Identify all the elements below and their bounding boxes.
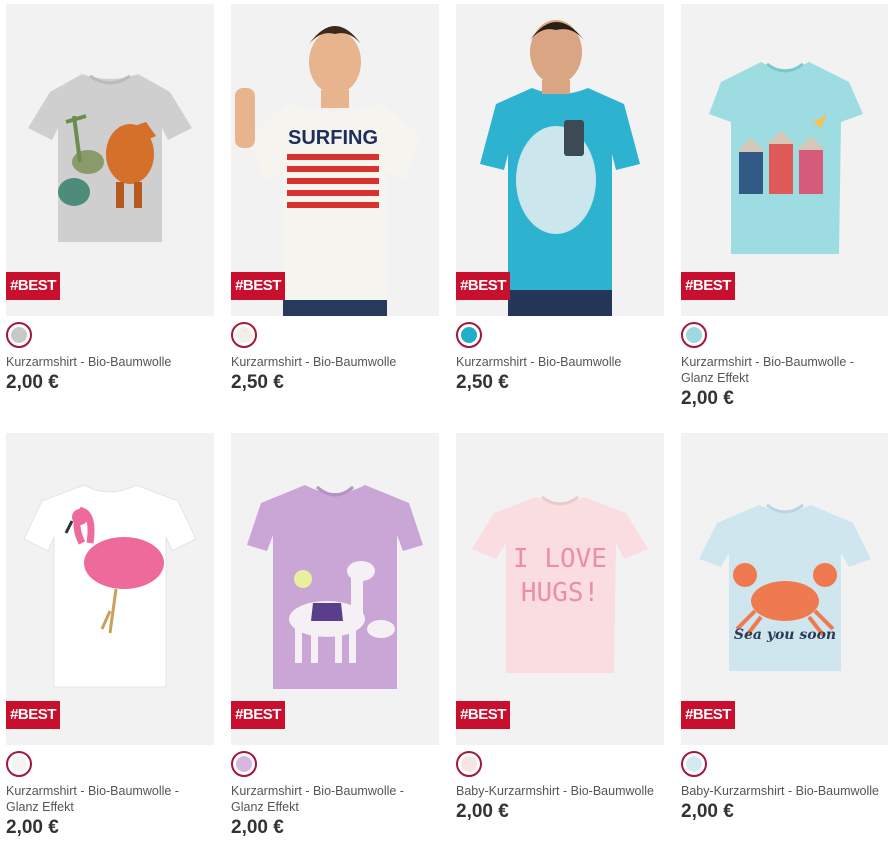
best-badge: #BEST bbox=[6, 701, 60, 729]
product-image[interactable]: Sea you soon #BEST bbox=[681, 433, 888, 745]
product-card[interactable]: SURFING #BEST Kurzarmshirt - Bio-Baumwol… bbox=[231, 4, 439, 393]
surfing-model-image: SURFING bbox=[235, 26, 419, 316]
svg-text:SURFING: SURFING bbox=[288, 127, 378, 149]
best-badge: #BEST bbox=[681, 701, 735, 729]
product-price: 2,00 € bbox=[6, 817, 59, 838]
product-name[interactable]: Kurzarmshirt - Bio-Baumwolle bbox=[231, 354, 439, 370]
product-name[interactable]: Kurzarmshirt - Bio-Baumwolle bbox=[6, 354, 214, 370]
product-card[interactable]: #BEST Kurzarmshirt - Bio-Baumwolle - Gla… bbox=[6, 433, 214, 838]
color-swatch[interactable] bbox=[681, 751, 707, 777]
best-badge: #BEST bbox=[231, 272, 285, 300]
product-name[interactable]: Kurzarmshirt - Bio-Baumwolle - Glanz Eff… bbox=[6, 783, 196, 815]
dino-shirt-image bbox=[28, 74, 192, 242]
product-card[interactable]: #BEST Kurzarmshirt - Bio-Baumwolle - Gla… bbox=[231, 433, 439, 838]
product-price: 2,00 € bbox=[6, 372, 59, 393]
color-swatch[interactable] bbox=[681, 322, 707, 348]
llama-shirt-image bbox=[247, 485, 423, 689]
product-card[interactable]: Sea you soon #BEST Baby-Kurzarmshirt - B… bbox=[681, 433, 888, 822]
flamingo-shirt-image bbox=[23, 484, 197, 688]
best-badge: #BEST bbox=[231, 701, 285, 729]
product-price: 2,50 € bbox=[456, 372, 509, 393]
product-image[interactable]: #BEST bbox=[6, 4, 214, 316]
product-image[interactable]: #BEST bbox=[6, 433, 214, 745]
best-badge: #BEST bbox=[456, 701, 510, 729]
beach-huts-shirt-image bbox=[709, 62, 863, 254]
product-name[interactable]: Kurzarmshirt - Bio-Baumwolle - Glanz Eff… bbox=[231, 783, 421, 815]
product-card[interactable]: #BEST Kurzarmshirt - Bio-Baumwolle - Gla… bbox=[681, 4, 888, 409]
product-grid: #BEST Kurzarmshirt - Bio-Baumwolle 2,00 … bbox=[0, 0, 888, 847]
product-image[interactable]: SURFING #BEST bbox=[231, 4, 439, 316]
relax-model-image bbox=[480, 20, 640, 316]
product-name[interactable]: Kurzarmshirt - Bio-Baumwolle - Glanz Eff… bbox=[681, 354, 871, 386]
color-swatch[interactable] bbox=[456, 322, 482, 348]
product-price: 2,00 € bbox=[456, 801, 509, 822]
product-image[interactable]: I LOVE HUGS! #BEST bbox=[456, 433, 664, 745]
product-price: 2,00 € bbox=[681, 388, 734, 409]
product-card[interactable]: I LOVE HUGS! #BEST Baby-Kurzarmshirt - B… bbox=[456, 433, 664, 822]
i-love-hugs-shirt-image: I LOVE HUGS! bbox=[472, 495, 648, 673]
best-badge: #BEST bbox=[6, 272, 60, 300]
svg-text:HUGS!: HUGS! bbox=[521, 578, 599, 608]
product-card[interactable]: #BEST Kurzarmshirt - Bio-Baumwolle 2,00 … bbox=[6, 4, 214, 393]
svg-text:I LOVE: I LOVE bbox=[513, 544, 607, 574]
product-price: 2,00 € bbox=[231, 817, 284, 838]
product-card[interactable]: #BEST Kurzarmshirt - Bio-Baumwolle 2,50 … bbox=[456, 4, 664, 393]
product-price: 2,50 € bbox=[231, 372, 284, 393]
color-swatch[interactable] bbox=[231, 322, 257, 348]
color-swatch[interactable] bbox=[456, 751, 482, 777]
best-badge: #BEST bbox=[681, 272, 735, 300]
product-price: 2,00 € bbox=[681, 801, 734, 822]
color-swatch[interactable] bbox=[231, 751, 257, 777]
product-name[interactable]: Baby-Kurzarmshirt - Bio-Baumwolle bbox=[456, 783, 672, 799]
product-image[interactable]: #BEST bbox=[231, 433, 439, 745]
product-name[interactable]: Kurzarmshirt - Bio-Baumwolle bbox=[456, 354, 664, 370]
color-swatch[interactable] bbox=[6, 322, 32, 348]
product-image[interactable]: #BEST bbox=[681, 4, 888, 316]
svg-text:Sea you soon: Sea you soon bbox=[734, 627, 836, 643]
product-name[interactable]: Baby-Kurzarmshirt - Bio-Baumwolle bbox=[681, 783, 888, 799]
crab-shirt-image: Sea you soon bbox=[699, 503, 871, 671]
color-swatch[interactable] bbox=[6, 751, 32, 777]
best-badge: #BEST bbox=[456, 272, 510, 300]
product-image[interactable]: #BEST bbox=[456, 4, 664, 316]
